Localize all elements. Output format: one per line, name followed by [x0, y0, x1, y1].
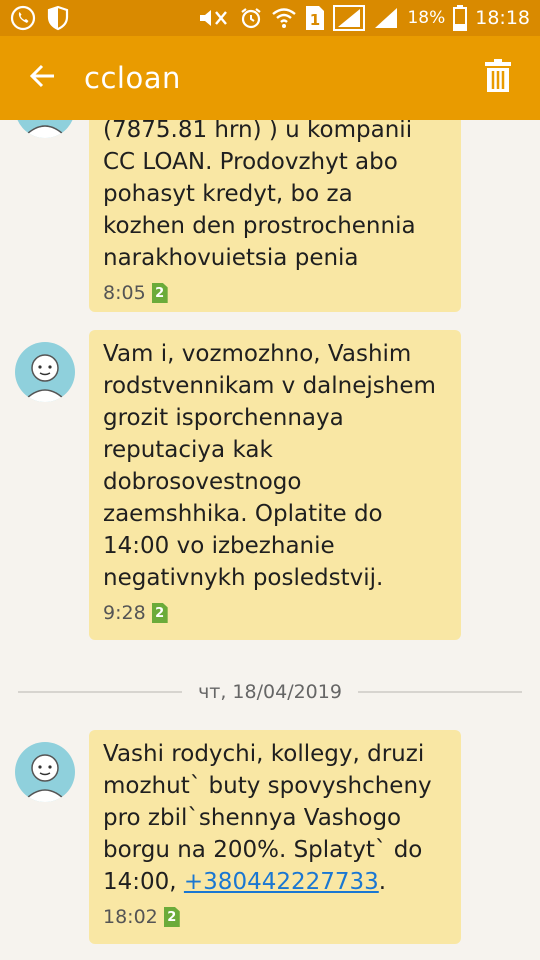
- phone-link[interactable]: +380442227733: [184, 869, 379, 895]
- trash-icon: [483, 59, 513, 97]
- battery-icon: [453, 5, 468, 31]
- message-time: 18:02: [103, 906, 158, 928]
- arrow-left-icon: [28, 62, 56, 94]
- back-button[interactable]: [0, 36, 84, 120]
- sim-1-icon: 1: [305, 5, 325, 31]
- viber-icon: [10, 5, 36, 31]
- alarm-icon: [239, 6, 263, 30]
- signal-icon: [333, 5, 366, 31]
- mute-icon: [197, 6, 231, 30]
- message-time: 9:28: [103, 602, 146, 624]
- delete-button[interactable]: [456, 36, 540, 120]
- sim-2-icon: 2: [151, 283, 168, 303]
- avatar[interactable]: [15, 342, 75, 402]
- sim-2-icon: 2: [151, 603, 168, 623]
- message-bubble[interactable]: Vashi rodychi, kollegy, druzi mozhut` bu…: [89, 730, 461, 944]
- conversation-title: ccloan: [84, 61, 181, 95]
- signal-icon-2: [373, 6, 399, 30]
- avatar[interactable]: [15, 742, 75, 802]
- message-thread[interactable]: (7875.81 hrn) ) u kompanii CC LOAN. Prod…: [0, 120, 540, 960]
- app-bar: ccloan: [0, 36, 540, 120]
- message-text: Vam i, vozmozhno, Vashim rodstvennikam v…: [103, 341, 436, 591]
- sim-2-icon: 2: [163, 907, 180, 927]
- svg-text:1: 1: [310, 11, 320, 29]
- message-time: 8:05: [103, 282, 146, 304]
- battery-percent: 18%: [407, 8, 446, 28]
- shield-icon: [46, 5, 70, 31]
- status-bar: 1 18% 18:18: [0, 0, 540, 36]
- avatar[interactable]: [15, 120, 75, 138]
- date-label: чт, 18/04/2019: [198, 681, 342, 703]
- message-bubble[interactable]: Vam i, vozmozhno, Vashim rodstvennikam v…: [89, 330, 461, 640]
- message-text: Vashi rodychi, kollegy, druzi mozhut` bu…: [103, 741, 432, 895]
- date-separator: чт, 18/04/2019: [0, 672, 540, 712]
- clock: 18:18: [475, 7, 530, 29]
- message-bubble[interactable]: (7875.81 hrn) ) u kompanii CC LOAN. Prod…: [89, 120, 461, 312]
- wifi-icon: [271, 6, 297, 30]
- message-text: (7875.81 hrn) ) u kompanii CC LOAN. Prod…: [103, 120, 416, 271]
